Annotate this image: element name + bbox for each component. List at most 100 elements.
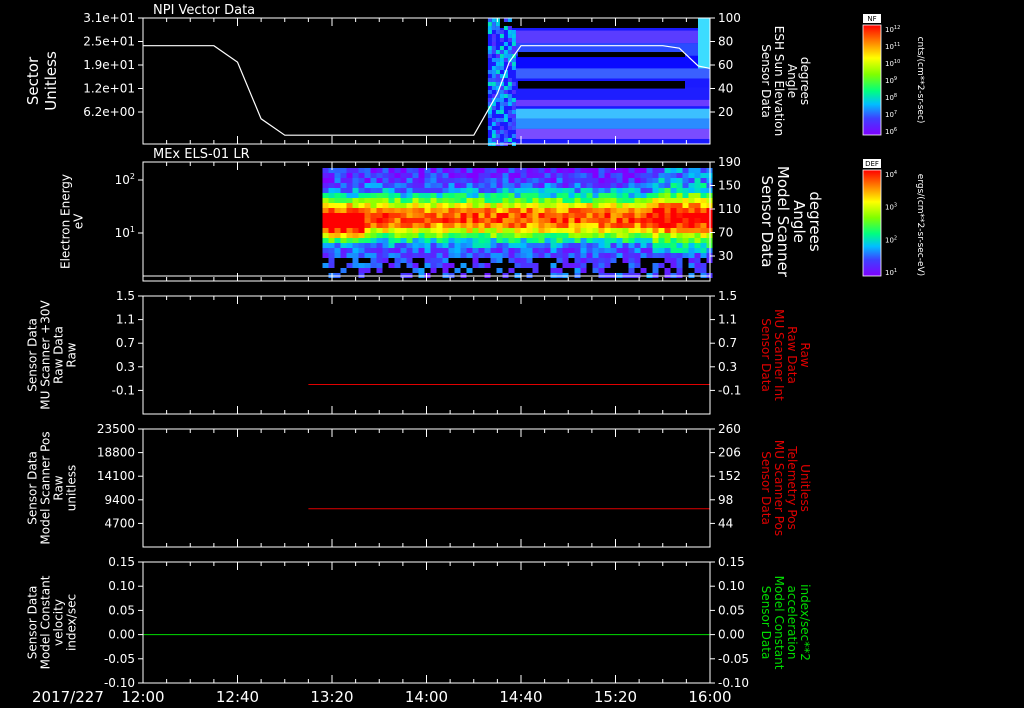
- y-axis-label-right: Model Scanner: [774, 166, 792, 278]
- heatmap-cell: [598, 228, 605, 233]
- heatmap-cell: [526, 223, 533, 228]
- heatmap-cell: [442, 168, 449, 173]
- heatmap-cell: [700, 178, 707, 183]
- y-axis-label-right: Unitless: [798, 464, 812, 512]
- heatmap-cell: [664, 218, 671, 223]
- heatmap-cell: [508, 213, 515, 218]
- heatmap-cell: [592, 243, 599, 248]
- heatmap-cell: [622, 243, 629, 248]
- heatmap-cell: [538, 248, 545, 253]
- heatmap-cell: [511, 114, 516, 118]
- heatmap-cell: [538, 223, 545, 228]
- heatmap-cell: [598, 243, 605, 248]
- heatmap-cell: [646, 218, 653, 223]
- heatmap-cell: [507, 46, 512, 50]
- heatmap-cell: [604, 178, 611, 183]
- heatmap-cell: [514, 233, 521, 238]
- heatmap-cell: [610, 173, 617, 178]
- heatmap-cell: [491, 42, 496, 46]
- heatmap-cell: [652, 173, 659, 178]
- heatmap-cell: [454, 203, 461, 208]
- y-tick-label: 6.2e+00: [83, 105, 135, 119]
- heatmap-cell: [688, 253, 695, 258]
- heatmap-cell: [604, 198, 611, 203]
- heatmap-cell: [700, 263, 707, 268]
- heatmap-cell: [598, 268, 605, 273]
- heatmap-cell: [328, 253, 335, 258]
- heatmap-cell: [610, 178, 617, 183]
- heatmap-cell: [394, 198, 401, 203]
- heatmap-cell: [652, 213, 659, 218]
- heatmap-cell: [562, 228, 569, 233]
- heatmap-cell: [502, 193, 509, 198]
- heatmap-cell: [430, 223, 437, 228]
- heatmap-cell: [616, 253, 623, 258]
- colorbar-tick-label: 103: [885, 203, 897, 212]
- heatmap-cell: [382, 213, 389, 218]
- heatmap-cell: [658, 223, 665, 228]
- y-tick-label-right: 0.00: [718, 628, 745, 642]
- heatmap-cell: [508, 253, 515, 258]
- heatmap-cell: [640, 268, 647, 273]
- heatmap-cell: [460, 228, 467, 233]
- heatmap-cell: [364, 198, 371, 203]
- heatmap-cell: [418, 213, 425, 218]
- heatmap-cell: [622, 183, 629, 188]
- heatmap-cell: [562, 238, 569, 243]
- heatmap-cell: [364, 168, 371, 173]
- panel2-heatmap: [143, 168, 713, 278]
- heatmap-cell: [550, 188, 557, 193]
- heatmap-cell: [532, 173, 539, 178]
- heatmap-cell: [430, 258, 437, 263]
- heatmap-cell: [610, 233, 617, 238]
- heatmap-cell: [652, 188, 659, 193]
- heatmap-cell: [688, 178, 695, 183]
- heatmap-cell: [592, 193, 599, 198]
- heatmap-cell: [682, 198, 689, 203]
- heatmap-cell: [503, 138, 508, 142]
- heatmap-cell: [634, 258, 641, 263]
- heatmap-cell: [562, 178, 569, 183]
- heatmap-cell: [508, 243, 515, 248]
- heatmap-cell: [370, 203, 377, 208]
- heatmap-cell: [424, 183, 431, 188]
- heatmap-cell: [511, 118, 516, 122]
- heatmap-cell: [400, 198, 407, 203]
- heatmap-cell: [604, 173, 611, 178]
- heatmap-cell: [634, 168, 641, 173]
- heatmap-cell: [454, 198, 461, 203]
- heatmap-cell: [340, 183, 347, 188]
- heatmap-cell: [418, 253, 425, 258]
- heatmap-cell: [592, 223, 599, 228]
- heatmap-cell: [628, 268, 635, 273]
- heatmap-cell: [580, 188, 587, 193]
- y-axis-label-right: degrees: [798, 57, 812, 105]
- y-tick-label: 1.5: [116, 289, 135, 303]
- heatmap-cell: [364, 218, 371, 223]
- heatmap-cell: [610, 203, 617, 208]
- heatmap-cell: [487, 50, 492, 54]
- heatmap-cell: [322, 213, 329, 218]
- heatmap-cell: [370, 173, 377, 178]
- heatmap-cell: [604, 213, 611, 218]
- heatmap-cell: [352, 248, 359, 253]
- heatmap-cell: [616, 198, 623, 203]
- heatmap-cell: [490, 238, 497, 243]
- heatmap-cell: [448, 233, 455, 238]
- heatmap-cell: [622, 198, 629, 203]
- heatmap-cell: [418, 203, 425, 208]
- heatmap-cell: [376, 243, 383, 248]
- heatmap-cell: [495, 62, 500, 66]
- heatmap-cell: [340, 253, 347, 258]
- heatmap-cell: [448, 193, 455, 198]
- heatmap-cell: [622, 208, 629, 213]
- heatmap-cell: [514, 218, 521, 223]
- heatmap-cell: [352, 183, 359, 188]
- y-axis-label-right: Angle: [790, 200, 808, 243]
- heatmap-cell: [448, 228, 455, 233]
- heatmap-cell: [442, 183, 449, 188]
- heatmap-cell: [550, 253, 557, 258]
- heatmap-cell: [376, 218, 383, 223]
- heatmap-cell: [616, 233, 623, 238]
- heatmap-cell: [364, 178, 371, 183]
